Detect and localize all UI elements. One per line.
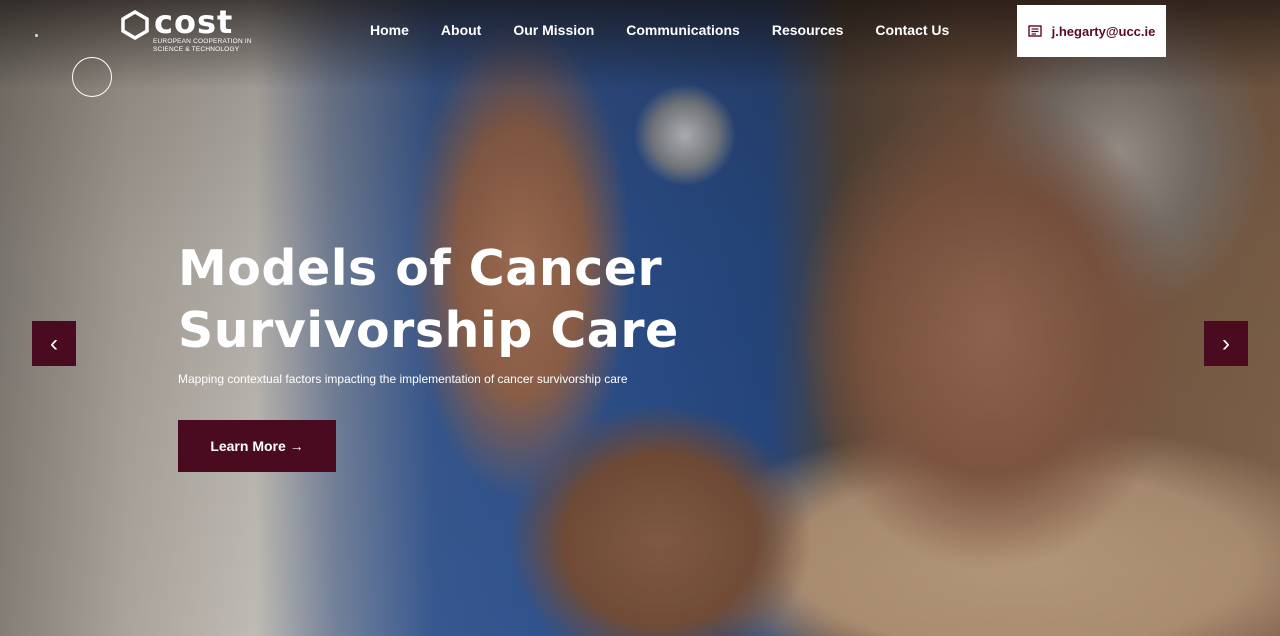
site-header: cost EUROPEAN COOPERATION IN SCIENCE & T… (0, 0, 1280, 64)
decorative-dot (35, 34, 38, 37)
main-nav: Home About Our Mission Communications Re… (370, 22, 949, 38)
hero-subtitle: Mapping contextual factors impacting the… (178, 372, 628, 386)
nav-item-about[interactable]: About (441, 22, 481, 38)
hero-title-line-2: Survivorship Care (178, 302, 679, 359)
hero-title: Models of Cancer Survivorship Care (178, 238, 698, 362)
nav-item-contact-us[interactable]: Contact Us (875, 22, 949, 38)
cost-logo[interactable]: cost EUROPEAN COOPERATION IN SCIENCE & T… (120, 4, 252, 54)
hero-content: Models of Cancer Survivorship Care Mappi… (178, 238, 698, 386)
email-contact-button[interactable]: j.hegarty@ucc.ie (1017, 5, 1166, 57)
decorative-circle (72, 57, 112, 97)
logo-wordmark: cost (154, 3, 234, 41)
nav-item-our-mission[interactable]: Our Mission (513, 22, 594, 38)
nav-item-communications[interactable]: Communications (626, 22, 740, 38)
hero-title-line-1: Models of Cancer (178, 240, 663, 297)
email-icon (1027, 25, 1042, 37)
logo-hexagon-icon (121, 10, 149, 40)
carousel-prev-button[interactable]: ‹ (32, 321, 76, 366)
email-address: j.hegarty@ucc.ie (1051, 23, 1156, 39)
nav-item-resources[interactable]: Resources (772, 22, 844, 38)
logo-tagline: EUROPEAN COOPERATION IN SCIENCE & TECHNO… (153, 38, 252, 53)
nav-item-home[interactable]: Home (370, 22, 409, 38)
learn-more-button[interactable]: Learn More → (178, 420, 336, 472)
carousel-next-button[interactable]: › (1204, 321, 1248, 366)
